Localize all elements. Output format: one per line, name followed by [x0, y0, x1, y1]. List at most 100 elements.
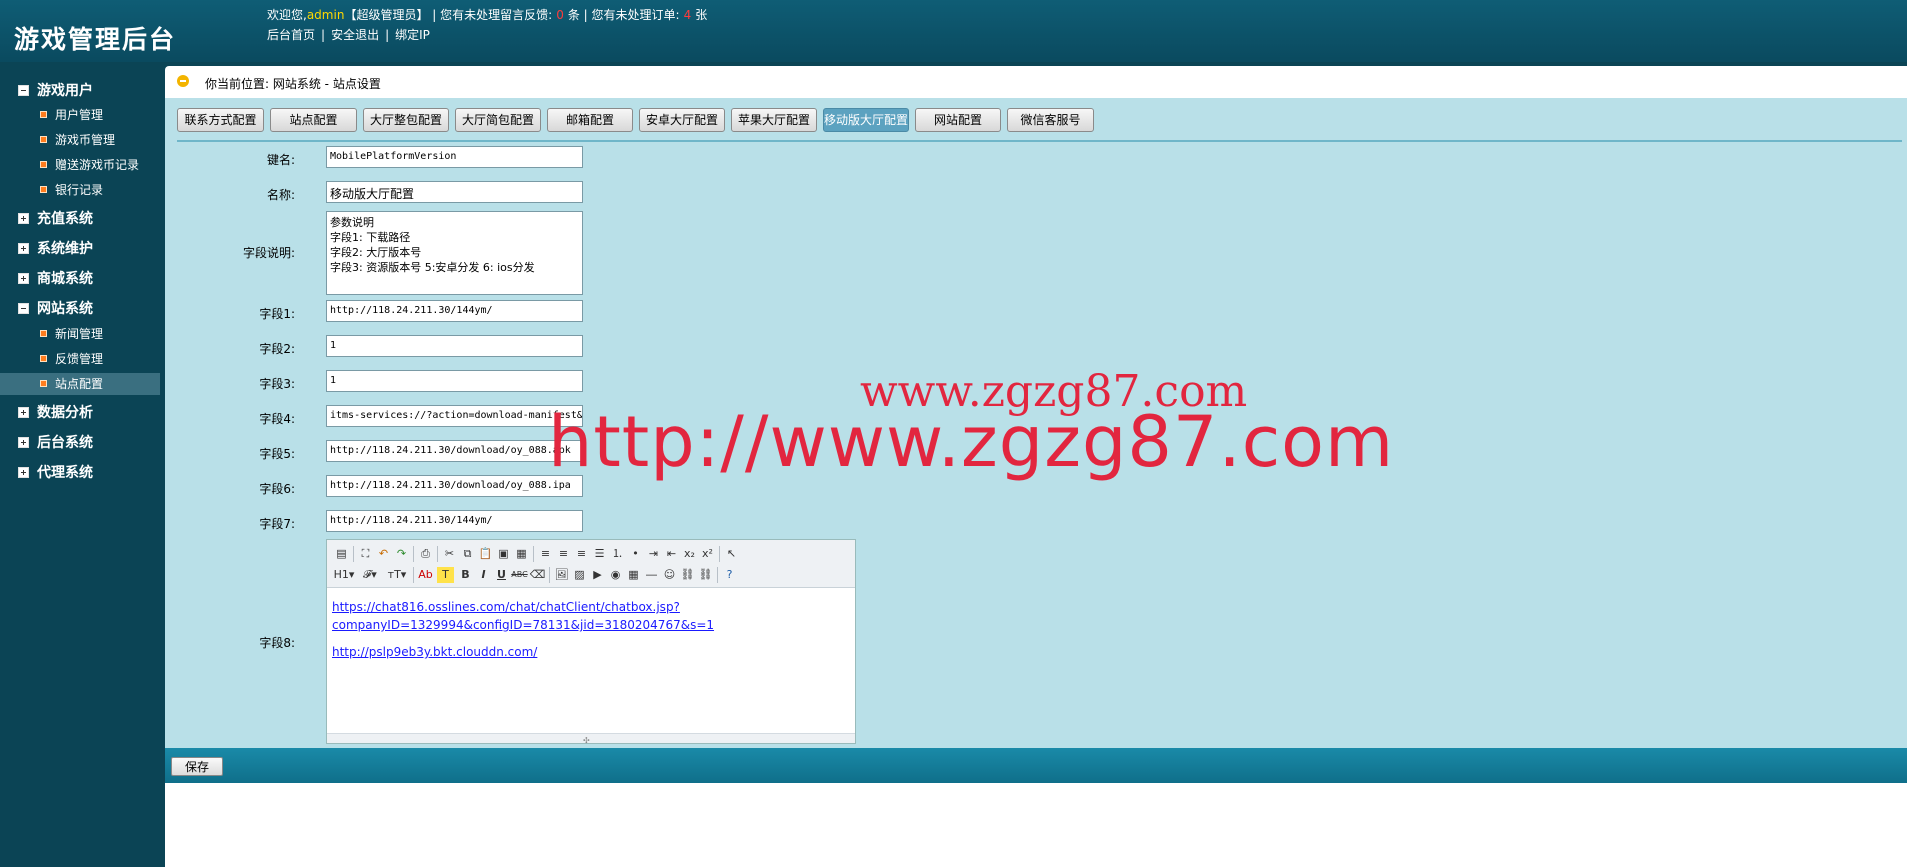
flash-icon[interactable]: ▶ [589, 567, 606, 583]
field1-input[interactable]: http://118.24.211.30/144ym/ [326, 300, 583, 322]
desc-line: 字段1: 下载路径 [330, 231, 411, 244]
tab-website-config[interactable]: 网站配置 [915, 108, 1001, 132]
font-family-icon[interactable]: 𝓕▾ [359, 567, 381, 583]
field5-input[interactable]: http://118.24.211.30/download/oy_088.apk [326, 440, 583, 462]
subscript-icon[interactable]: x₂ [681, 546, 698, 562]
sidebar-item-coin-management[interactable]: 游戏币管理 [0, 129, 160, 151]
app-logo: 游戏管理后台 [14, 25, 177, 54]
tab-lobby-lite-package[interactable]: 大厅简包配置 [455, 108, 541, 132]
editor-content[interactable]: https://chat816.osslines.com/chat/chatCl… [327, 588, 855, 728]
align-center-icon[interactable]: ≡ [555, 546, 572, 562]
bullet-icon [40, 161, 47, 168]
align-justify-icon[interactable]: ☰ [591, 546, 608, 562]
key-input[interactable]: MobilePlatformVersion [326, 146, 583, 168]
select-all-icon[interactable]: ↖ [723, 546, 740, 562]
editor-link[interactable]: https://chat816.osslines.com/chat/chatCl… [332, 598, 850, 616]
field3-input[interactable]: 1 [326, 370, 583, 392]
font-size-icon[interactable]: тT▾ [385, 567, 409, 583]
field6-input[interactable]: http://118.24.211.30/download/oy_088.ipa [326, 475, 583, 497]
link-home[interactable]: 后台首页 [267, 28, 315, 42]
sidebar-item-bank-records[interactable]: 银行记录 [0, 179, 160, 201]
bullet-icon [40, 111, 47, 118]
eraser-icon[interactable]: ⌫ [529, 567, 546, 583]
link-icon[interactable]: ⛓ [679, 567, 696, 583]
sidebar-item-news[interactable]: 新闻管理 [0, 323, 160, 345]
editor-link[interactable]: http://pslp9eb3y.bkt.clouddn.com/ [332, 643, 850, 661]
sidebar-group-maintenance[interactable]: 系统维护 [18, 238, 93, 258]
align-left-icon[interactable]: ≡ [537, 546, 554, 562]
highlight-icon[interactable]: T [437, 567, 454, 583]
desc-textarea[interactable]: 参数说明 字段1: 下载路径 字段2: 大厅版本号 字段3: 资源版本号 5:安… [326, 211, 583, 295]
tab-site-config[interactable]: 站点配置 [270, 108, 357, 132]
orders-prefix: | 您有未处理订单: [583, 8, 680, 22]
tab-wechat-service[interactable]: 微信客服号 [1007, 108, 1094, 132]
horizontal-rule-icon[interactable]: ― [643, 567, 660, 583]
unlink-icon[interactable]: ⛓ [697, 567, 714, 583]
sidebar-group-mall[interactable]: 商城系统 [18, 268, 93, 288]
cut-icon[interactable]: ✂ [441, 546, 458, 562]
expand-icon [18, 273, 29, 284]
outdent-icon[interactable]: ⇤ [663, 546, 680, 562]
tab-android-lobby[interactable]: 安卓大厅配置 [639, 108, 725, 132]
emoticon-icon[interactable]: ☺ [661, 567, 678, 583]
desc-line: 参数说明 [330, 216, 374, 229]
tab-mobile-lobby[interactable]: 移动版大厅配置 [823, 108, 909, 132]
text-color-icon[interactable]: Ab [417, 567, 434, 583]
save-button[interactable]: 保存 [171, 757, 223, 776]
tab-lobby-full-package[interactable]: 大厅整包配置 [363, 108, 449, 132]
italic-icon[interactable]: I [475, 567, 492, 583]
media-icon[interactable]: ◉ [607, 567, 624, 583]
superscript-icon[interactable]: x² [699, 546, 716, 562]
ordered-list-icon[interactable]: ⒈ [609, 546, 626, 562]
sidebar-group-analytics[interactable]: 数据分析 [18, 402, 93, 422]
help-icon[interactable]: ? [721, 567, 738, 583]
sidebar-group-game-users[interactable]: 游戏用户 [18, 80, 93, 100]
redo-icon[interactable]: ↷ [393, 546, 410, 562]
expand-icon [18, 437, 29, 448]
sidebar-item-user-management[interactable]: 用户管理 [0, 104, 160, 126]
paste-icon[interactable]: 📋 [477, 546, 494, 562]
tab-email-config[interactable]: 邮箱配置 [547, 108, 633, 132]
field4-input[interactable]: itms-services://?action=download-manifes… [326, 405, 583, 427]
sidebar-group-agent[interactable]: 代理系统 [18, 462, 93, 482]
multi-image-icon[interactable]: ▨ [571, 567, 588, 583]
orders-count[interactable]: 4 [680, 8, 696, 22]
source-icon[interactable]: ▤ [333, 546, 350, 562]
link-logout[interactable]: 安全退出 [331, 28, 379, 42]
sidebar-item-gift-coin-records[interactable]: 赠送游戏币记录 [0, 154, 160, 176]
bullet-icon [40, 136, 47, 143]
bold-icon[interactable]: B [457, 567, 474, 583]
sidebar-item-site-config[interactable]: 站点配置 [0, 373, 160, 395]
image-icon[interactable]: 🖼 [553, 567, 570, 583]
print-icon[interactable]: ⎙ [417, 546, 434, 562]
copy-icon[interactable]: ⧉ [459, 546, 476, 562]
align-right-icon[interactable]: ≡ [573, 546, 590, 562]
admin-name: admin [306, 8, 345, 22]
field7-input[interactable]: http://118.24.211.30/144ym/ [326, 510, 583, 532]
name-input[interactable]: 移动版大厅配置 [326, 181, 583, 203]
feedback-count[interactable]: 0 [552, 8, 568, 22]
fullscreen-icon[interactable]: ⛶ [357, 546, 374, 562]
sidebar-item-feedback[interactable]: 反馈管理 [0, 348, 160, 370]
sidebar-group-website[interactable]: 网站系统 [18, 298, 93, 318]
editor-resize-handle[interactable]: ✣ [327, 733, 855, 745]
field2-input[interactable]: 1 [326, 335, 583, 357]
admin-role: 【超级管理员】 [344, 8, 429, 22]
sidebar-group-recharge[interactable]: 充值系统 [18, 208, 93, 228]
paste-word-icon[interactable]: ▦ [513, 546, 530, 562]
underline-icon[interactable]: U [493, 567, 510, 583]
toolbar-separator [719, 546, 720, 562]
heading-icon[interactable]: H1▾ [333, 567, 355, 583]
tab-contact-config[interactable]: 联系方式配置 [177, 108, 264, 132]
editor-link[interactable]: companyID=1329994&configID=78131&jid=318… [332, 616, 850, 634]
table-icon[interactable]: ▦ [625, 567, 642, 583]
indent-icon[interactable]: ⇥ [645, 546, 662, 562]
sidebar-group-admin[interactable]: 后台系统 [18, 432, 93, 452]
unordered-list-icon[interactable]: • [627, 546, 644, 562]
tab-ios-lobby[interactable]: 苹果大厅配置 [731, 108, 817, 132]
strikethrough-icon[interactable]: ABC [511, 567, 528, 583]
undo-icon[interactable]: ↶ [375, 546, 392, 562]
welcome-prefix: 欢迎您, [267, 8, 307, 22]
paste-text-icon[interactable]: ▣ [495, 546, 512, 562]
link-bind-ip[interactable]: 绑定IP [395, 28, 430, 42]
